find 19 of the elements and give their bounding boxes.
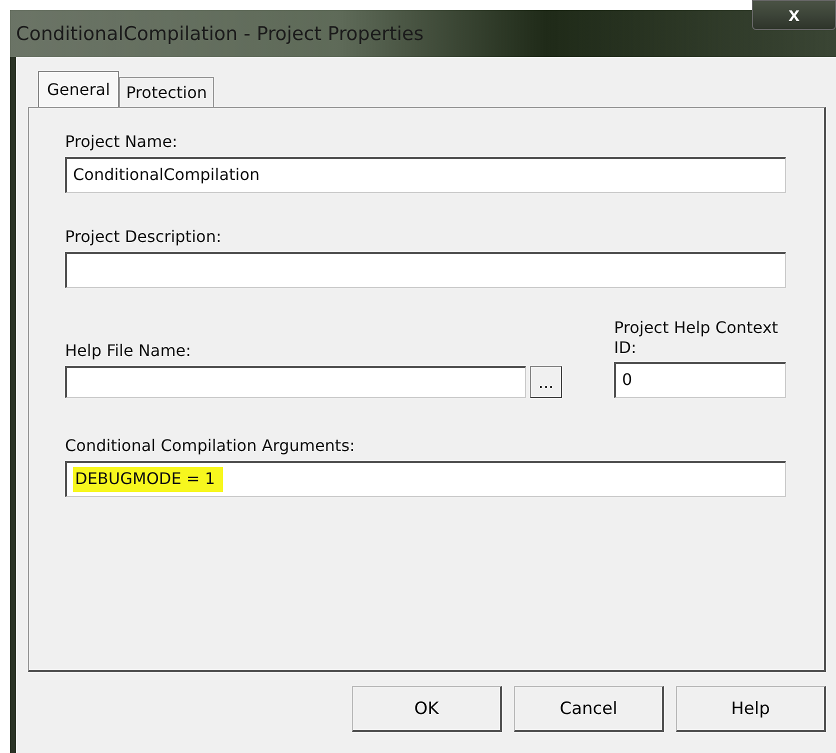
input-field[interactable] — [65, 252, 786, 288]
dialog-button[interactable]: Help — [676, 686, 826, 732]
field-label: Project Name: — [65, 132, 178, 151]
field-label: Project Help Context ID: — [614, 318, 780, 358]
tab[interactable]: Protection — [119, 77, 214, 107]
dialog-button[interactable]: Cancel — [514, 686, 664, 732]
input-field[interactable]: 0 — [614, 362, 786, 398]
input-field[interactable]: DEBUGMODE = 1 — [65, 461, 786, 497]
dialog-button[interactable]: OK — [352, 686, 502, 732]
field-label: Help File Name: — [65, 341, 192, 360]
input-field[interactable] — [65, 366, 526, 398]
input-field[interactable]: ConditionalCompilation — [65, 157, 786, 193]
field-label: Conditional Compilation Arguments: — [65, 436, 356, 455]
field-label: Project Description: — [65, 227, 222, 246]
close-button[interactable]: x — [752, 0, 836, 30]
browse-button[interactable]: ... — [530, 366, 562, 398]
field-value: DEBUGMODE = 1 — [73, 467, 224, 492]
window-title: ConditionalCompilation - Project Properties — [16, 22, 424, 44]
tab[interactable]: General — [38, 71, 120, 107]
